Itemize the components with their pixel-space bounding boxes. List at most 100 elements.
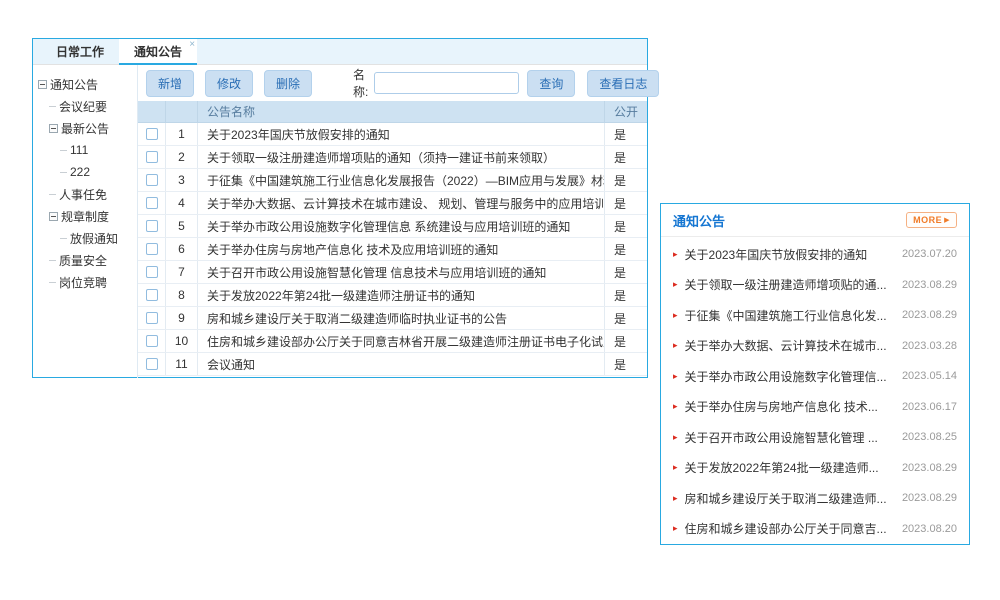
checkbox-cell bbox=[138, 307, 166, 329]
tree-item-label: 质量安全 bbox=[59, 252, 107, 269]
notice-list-item[interactable]: ▸ 关于召开市政公用设施智慧化管理 ... 2023.08.25 bbox=[673, 422, 957, 453]
more-arrow-icon: ▶ bbox=[944, 216, 950, 224]
tree-item[interactable]: 规章制度 bbox=[33, 205, 137, 227]
bullet-arrow-icon: ▸ bbox=[673, 372, 678, 381]
row-number-cell: 4 bbox=[166, 192, 198, 214]
table-row[interactable]: 11 会议通知 是 bbox=[138, 353, 647, 376]
row-public-cell: 是 bbox=[605, 172, 647, 189]
notice-list-item[interactable]: ▸ 关于领取一级注册建造师增项贴的通... 2023.08.29 bbox=[673, 270, 957, 301]
row-public-cell: 是 bbox=[605, 264, 647, 281]
row-public-cell: 是 bbox=[605, 126, 647, 143]
row-checkbox[interactable] bbox=[146, 312, 158, 324]
row-public-cell: 是 bbox=[605, 287, 647, 304]
row-checkbox[interactable] bbox=[146, 266, 158, 278]
notice-list-item[interactable]: ▸ 关于2023年国庆节放假安排的通知 2023.07.20 bbox=[673, 239, 957, 270]
row-title-cell: 关于2023年国庆节放假安排的通知 bbox=[198, 123, 605, 145]
more-label: MORE bbox=[913, 215, 942, 225]
notice-item-date: 2023.03.28 bbox=[902, 340, 957, 352]
tree-branch-line bbox=[60, 238, 67, 239]
tree-item-label: 放假通知 bbox=[70, 230, 118, 247]
table-row[interactable]: 3 于征集《中国建筑施工行业信息化发展报告（2022）—BIM应用与发展》材料的… bbox=[138, 169, 647, 192]
table-row[interactable]: 7 关于召开市政公用设施智慧化管理 信息技术与应用培训班的通知 是 bbox=[138, 261, 647, 284]
tree-item[interactable]: 通知公告 bbox=[33, 73, 137, 95]
row-number-cell: 8 bbox=[166, 284, 198, 306]
row-checkbox[interactable] bbox=[146, 289, 158, 301]
row-number-cell: 11 bbox=[166, 353, 198, 375]
bullet-arrow-icon: ▸ bbox=[673, 463, 678, 472]
collapse-minus-icon[interactable] bbox=[49, 212, 58, 221]
add-button[interactable]: 新增 bbox=[146, 70, 194, 97]
notice-widget-header: 通知公告 MORE ▶ bbox=[661, 204, 969, 237]
row-checkbox[interactable] bbox=[146, 174, 158, 186]
table-row[interactable]: 4 关于举办大数据、云计算技术在城市建设、 规划、管理与服务中的应用培训班的..… bbox=[138, 192, 647, 215]
notice-item-title: 房和城乡建设厅关于取消二级建造师... bbox=[685, 490, 894, 507]
name-label: 名称: bbox=[353, 66, 368, 100]
notice-item-date: 2023.08.29 bbox=[902, 279, 957, 291]
table-row[interactable]: 1 关于2023年国庆节放假安排的通知 是 bbox=[138, 123, 647, 146]
notice-item-date: 2023.06.17 bbox=[902, 401, 957, 413]
notice-widget: 通知公告 MORE ▶ ▸ 关于2023年国庆节放假安排的通知 2023.07.… bbox=[660, 203, 970, 545]
header-number-cell bbox=[166, 101, 198, 122]
notice-list-item[interactable]: ▸ 房和城乡建设厅关于取消二级建造师... 2023.08.29 bbox=[673, 483, 957, 514]
checkbox-cell bbox=[138, 284, 166, 306]
checkbox-cell bbox=[138, 123, 166, 145]
checkbox-cell bbox=[138, 215, 166, 237]
row-title-cell: 会议通知 bbox=[198, 353, 605, 375]
notice-list-item[interactable]: ▸ 关于发放2022年第24批一级建造师... 2023.08.29 bbox=[673, 453, 957, 484]
header-public-cell: 公开 bbox=[605, 103, 647, 120]
edit-button[interactable]: 修改 bbox=[205, 70, 253, 97]
notice-item-date: 2023.07.20 bbox=[902, 248, 957, 260]
tab-daily-work[interactable]: 日常工作 bbox=[41, 39, 119, 64]
tree-item[interactable]: 111 bbox=[33, 139, 137, 161]
tree-item[interactable]: 岗位竞聘 bbox=[33, 271, 137, 293]
close-icon[interactable]: × bbox=[189, 40, 195, 50]
tab-bar: 日常工作 通知公告 × bbox=[33, 39, 647, 65]
row-public-cell: 是 bbox=[605, 333, 647, 350]
row-number-cell: 3 bbox=[166, 169, 198, 191]
tree-item[interactable]: 放假通知 bbox=[33, 227, 137, 249]
notice-list-item[interactable]: ▸ 关于举办大数据、云计算技术在城市... 2023.03.28 bbox=[673, 331, 957, 362]
row-public-cell: 是 bbox=[605, 218, 647, 235]
notice-list-item[interactable]: ▸ 住房和城乡建设部办公厅关于同意吉... 2023.08.20 bbox=[673, 514, 957, 545]
table-row[interactable]: 6 关于举办住房与房地产信息化 技术及应用培训班的通知 是 bbox=[138, 238, 647, 261]
row-checkbox[interactable] bbox=[146, 358, 158, 370]
notice-list-item[interactable]: ▸ 关于举办市政公用设施数字化管理信... 2023.05.14 bbox=[673, 361, 957, 392]
delete-button[interactable]: 删除 bbox=[264, 70, 312, 97]
notice-item-title: 关于领取一级注册建造师增项贴的通... bbox=[685, 276, 894, 293]
tab-notice-announcement[interactable]: 通知公告 × bbox=[119, 39, 197, 65]
row-checkbox[interactable] bbox=[146, 128, 158, 140]
collapse-minus-icon[interactable] bbox=[49, 124, 58, 133]
tree-item[interactable]: 222 bbox=[33, 161, 137, 183]
notice-list-item[interactable]: ▸ 于征集《中国建筑施工行业信息化发... 2023.08.29 bbox=[673, 300, 957, 331]
checkbox-cell bbox=[138, 146, 166, 168]
tree-item[interactable]: 人事任免 bbox=[33, 183, 137, 205]
more-button[interactable]: MORE ▶ bbox=[906, 212, 957, 228]
tree-item-label: 222 bbox=[70, 165, 90, 179]
row-number-cell: 5 bbox=[166, 215, 198, 237]
search-button[interactable]: 查询 bbox=[527, 70, 575, 97]
row-checkbox[interactable] bbox=[146, 197, 158, 209]
name-input[interactable] bbox=[374, 72, 519, 94]
header-name-cell: 公告名称 bbox=[198, 101, 605, 122]
row-number-cell: 7 bbox=[166, 261, 198, 283]
table-row[interactable]: 9 房和城乡建设厅关于取消二级建造师临时执业证书的公告 是 bbox=[138, 307, 647, 330]
tree-item-label: 人事任免 bbox=[59, 186, 107, 203]
table-row[interactable]: 2 关于领取一级注册建造师增项贴的通知（须持一建证书前来领取） 是 bbox=[138, 146, 647, 169]
collapse-minus-icon[interactable] bbox=[38, 80, 47, 89]
row-checkbox[interactable] bbox=[146, 335, 158, 347]
notice-item-title: 关于举办市政公用设施数字化管理信... bbox=[685, 368, 894, 385]
row-title-cell: 关于举办大数据、云计算技术在城市建设、 规划、管理与服务中的应用培训班的... bbox=[198, 192, 605, 214]
row-title-cell: 关于举办住房与房地产信息化 技术及应用培训班的通知 bbox=[198, 238, 605, 260]
tree-item[interactable]: 最新公告 bbox=[33, 117, 137, 139]
row-checkbox[interactable] bbox=[146, 220, 158, 232]
view-log-button[interactable]: 查看日志 bbox=[587, 70, 659, 97]
tree-item[interactable]: 质量安全 bbox=[33, 249, 137, 271]
notice-list-item[interactable]: ▸ 关于举办住房与房地产信息化 技术... 2023.06.17 bbox=[673, 392, 957, 423]
row-checkbox[interactable] bbox=[146, 151, 158, 163]
row-checkbox[interactable] bbox=[146, 243, 158, 255]
table-row[interactable]: 10 住房和城乡建设部办公厅关于同意吉林省开展二级建造师注册证书电子化试点的..… bbox=[138, 330, 647, 353]
table-row[interactable]: 5 关于举办市政公用设施数字化管理信息 系统建设与应用培训班的通知 是 bbox=[138, 215, 647, 238]
tree-branch-line bbox=[60, 150, 67, 151]
tree-item[interactable]: 会议纪要 bbox=[33, 95, 137, 117]
table-row[interactable]: 8 关于发放2022年第24批一级建造师注册证书的通知 是 bbox=[138, 284, 647, 307]
